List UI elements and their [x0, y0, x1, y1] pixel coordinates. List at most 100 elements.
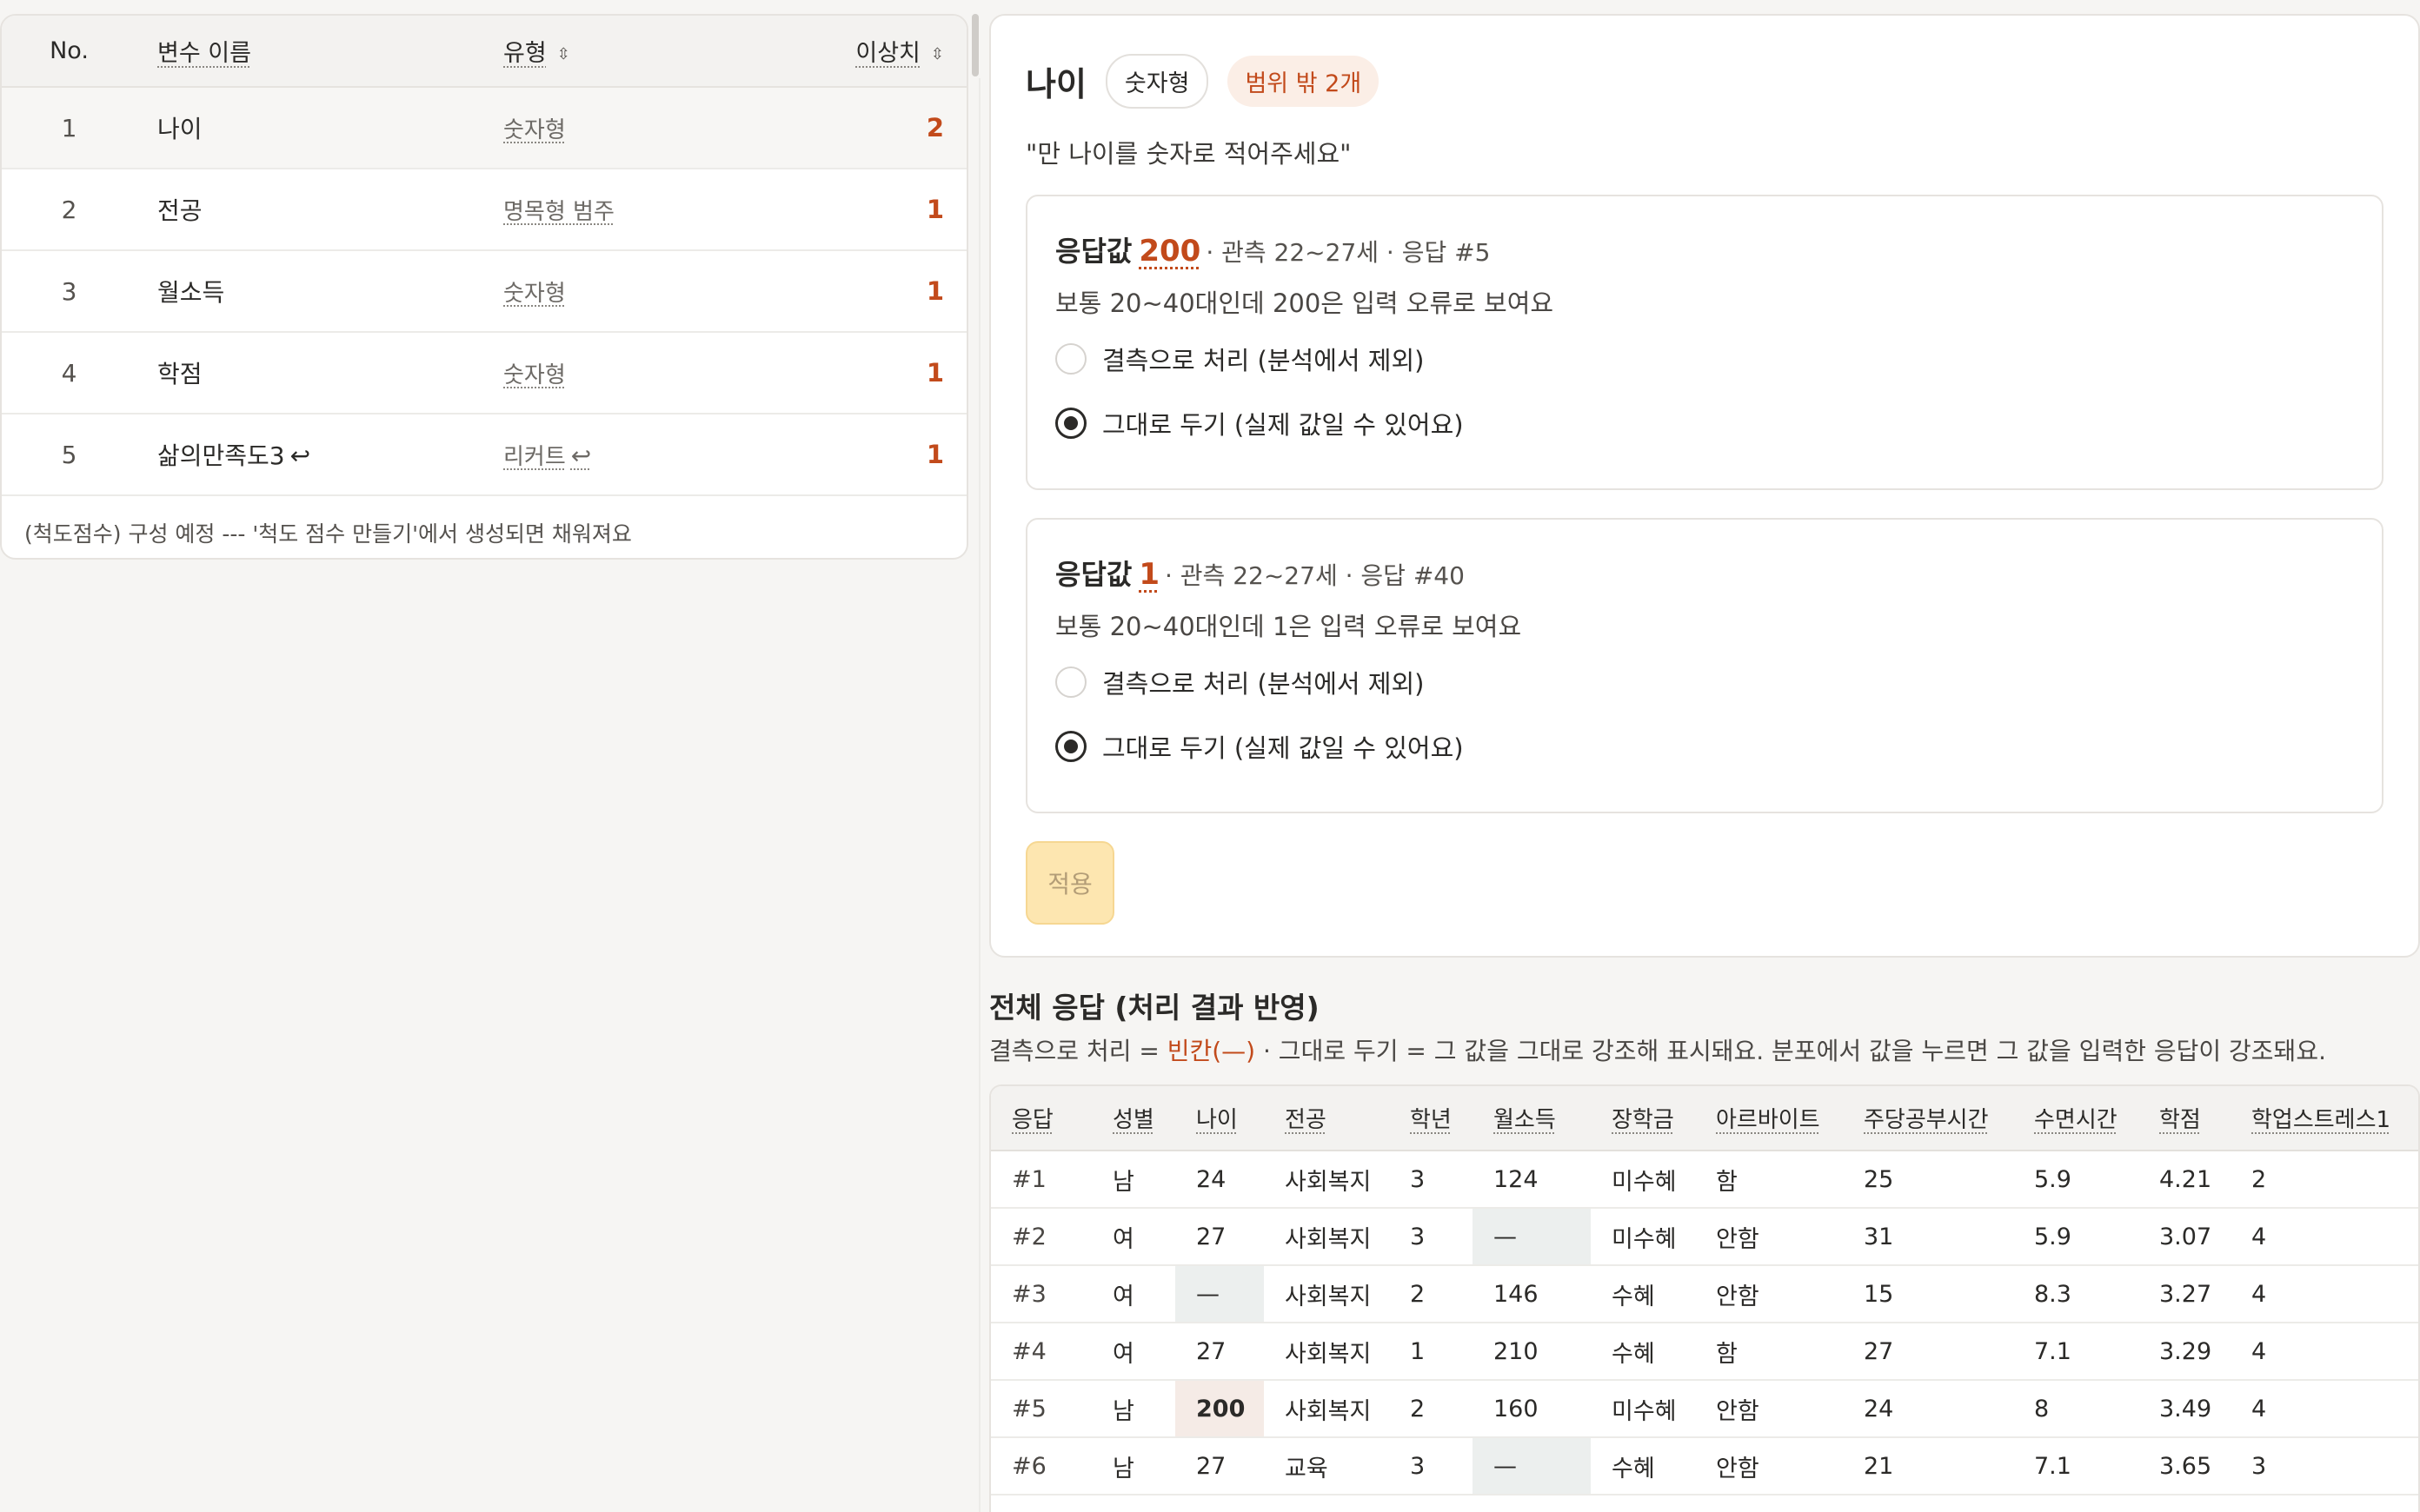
variable-type-link[interactable]: 리커트 ↩ — [503, 441, 592, 470]
cell-gender: 여 — [1113, 1340, 1134, 1368]
column-header[interactable]: 장학금 — [1591, 1086, 1695, 1151]
cell-stress1: 4 — [2251, 1395, 2267, 1422]
cell-grade: 2 — [1410, 1280, 1426, 1308]
variable-type[interactable]: 숫자형 — [503, 117, 566, 143]
variable-type[interactable]: 명목형 범주 — [503, 199, 615, 225]
variable-name-cell: 삶의만족도3 ↩ — [136, 414, 484, 495]
variable-row[interactable]: 1 나이 숫자형 2 — [2, 87, 967, 169]
response-id: #2 — [1012, 1223, 1047, 1250]
cell-parttime: 함 — [1716, 1340, 1738, 1368]
sort-icon[interactable]: ⇳ — [557, 45, 570, 63]
radio-unselected-icon[interactable] — [1055, 666, 1087, 698]
desc-prefix: 결측으로 처리 = — [989, 1037, 1167, 1065]
cell-parttime: 안함 — [1716, 1455, 1759, 1482]
option-keep-as-is[interactable]: 그대로 두기 (실제 값일 수 있어요) — [1055, 405, 1464, 441]
variable-type-cell: 숫자형 — [484, 87, 797, 169]
variable-type[interactable]: 숫자형 — [503, 362, 566, 388]
cell-major: 사회복지 — [1285, 1283, 1372, 1310]
cell-gpa: 3.27 — [2159, 1280, 2212, 1308]
column-header[interactable]: 전공 — [1264, 1086, 1389, 1151]
cell-stress1: 3 — [2251, 1452, 2267, 1480]
variable-name: 학점 — [157, 360, 203, 388]
desc-suffix: · 그대로 두기 = 그 값을 그대로 강조해 표시돼요. 분포에서 값을 누르… — [1255, 1037, 2326, 1065]
cell-age-missing: — — [1175, 1265, 1264, 1323]
responses-title: 전체 응답 (처리 결과 반영) — [989, 991, 1320, 1025]
column-header[interactable]: 응답 — [991, 1086, 1092, 1151]
option-treat-missing[interactable]: 결측으로 처리 (분석에서 제외) — [1055, 664, 1424, 700]
cell-grade: 3 — [1410, 1223, 1426, 1250]
variable-row[interactable]: 2 전공 명목형 범주 1 — [2, 169, 967, 250]
column-header[interactable]: 학년 — [1389, 1086, 1473, 1151]
radio-selected-icon[interactable] — [1055, 408, 1087, 439]
variable-row[interactable]: 5 삶의만족도3 ↩ 리커트 ↩ 1 — [2, 414, 967, 495]
variable-no: 1 — [61, 113, 77, 143]
outlier-value[interactable]: 1 — [1139, 557, 1160, 592]
column-header[interactable]: 학점 — [2138, 1086, 2231, 1151]
cell-parttime: 안함 — [1716, 1283, 1759, 1310]
variable-type[interactable]: 숫자형 — [503, 281, 566, 307]
cell-income: 124 — [1493, 1165, 1539, 1193]
column-header[interactable]: 아르바이트 — [1695, 1086, 1843, 1151]
column-header[interactable]: 학업스트레스1 — [2231, 1086, 2418, 1151]
response-id: #3 — [1012, 1280, 1047, 1308]
cell-sleep-hours: 8 — [2034, 1395, 2050, 1422]
option-treat-missing[interactable]: 결측으로 처리 (분석에서 제외) — [1055, 341, 1424, 377]
cell-study-hours: 15 — [1864, 1280, 1894, 1308]
column-header-label: 학업스트레스1 — [2251, 1107, 2391, 1133]
outlier-value[interactable]: 200 — [1139, 234, 1200, 269]
outlier-meta: · 관측 22~27세 · 응답 #5 — [1206, 238, 1491, 267]
cell-stress1: 4 — [2251, 1223, 2267, 1250]
cell-income: 210 — [1493, 1337, 1539, 1365]
variable-row[interactable]: 4 학점 숫자형 1 — [2, 332, 967, 414]
variable-outlier-count: 2 — [926, 113, 944, 143]
column-header[interactable]: 주당공부시간 — [1843, 1086, 2013, 1151]
column-header[interactable]: 수면시간 — [2013, 1086, 2138, 1151]
reverse-icon: ↩ — [289, 441, 311, 470]
cell-major: 사회복지 — [1285, 1225, 1372, 1253]
sort-icon[interactable]: ⇳ — [931, 45, 944, 63]
outlier-item: 응답값 200 · 관측 22~27세 · 응답 #5 보통 20~40대인데 20… — [1026, 195, 2383, 490]
column-header[interactable]: 나이 — [1175, 1086, 1264, 1151]
header-type-label: 유형 — [503, 40, 547, 67]
radio-unselected-icon[interactable] — [1055, 343, 1087, 375]
header-name[interactable]: 변수 이름 — [136, 16, 484, 88]
response-row: #2 여 27 사회복지 3 — 미수혜 안함 31 5.9 3.07 4 — [991, 1208, 2418, 1265]
column-header[interactable]: 월소득 — [1473, 1086, 1591, 1151]
cell-parttime: 안함 — [1716, 1397, 1759, 1425]
cell-study-hours: 24 — [1864, 1395, 1894, 1422]
cell-sleep-hours: 7.1 — [2034, 1337, 2071, 1365]
desc-blank-marker: 빈칸(—) — [1167, 1037, 1256, 1065]
cell-gender: 여 — [1113, 1225, 1134, 1253]
panel-divider — [979, 78, 981, 1512]
radio-selected-icon[interactable] — [1055, 731, 1087, 762]
responses-description: 결측으로 처리 = 빈칸(—) · 그대로 두기 = 그 값을 그대로 강조해 … — [989, 1032, 2326, 1067]
cell-scholarship: 미수혜 — [1612, 1168, 1677, 1196]
cell-study-hours: 27 — [1864, 1337, 1894, 1365]
reverse-icon: ↩ — [570, 441, 592, 470]
header-no: No. — [2, 16, 136, 88]
header-outliers[interactable]: 이상치 ⇳ — [797, 16, 967, 88]
variable-outlier-count: 1 — [926, 195, 944, 224]
column-header[interactable]: 성별 — [1092, 1086, 1175, 1151]
panel-resize-handle[interactable] — [972, 14, 979, 76]
cell-gpa: 3.29 — [2159, 1337, 2212, 1365]
variable-table: No. 변수 이름 유형 ⇳ 이상치 ⇳ 1 나이 숫자형 2 2 전공 명목형 범… — [2, 16, 967, 496]
detail-title-row: 나이 숫자형 범위 밖 2개 — [1026, 54, 1380, 109]
cell-age: 24 — [1196, 1165, 1227, 1193]
column-header-label: 아르바이트 — [1716, 1107, 1820, 1133]
cell-scholarship: 수혜 — [1612, 1455, 1655, 1482]
option-keep-as-is[interactable]: 그대로 두기 (실제 값일 수 있어요) — [1055, 728, 1464, 765]
variable-table-header: No. 변수 이름 유형 ⇳ 이상치 ⇳ — [2, 16, 967, 88]
variable-name: 나이 — [157, 115, 203, 143]
header-type[interactable]: 유형 ⇳ — [484, 16, 797, 88]
apply-button[interactable]: 적용 — [1026, 841, 1114, 925]
cell-sleep-hours: 7.1 — [2034, 1452, 2071, 1480]
cell-study-hours: 31 — [1864, 1223, 1894, 1250]
variable-row[interactable]: 3 월소득 숫자형 1 — [2, 250, 967, 332]
column-header-label: 장학금 — [1612, 1107, 1674, 1133]
outlier-label: 응답값 — [1055, 235, 1133, 268]
outlier-header: 응답값 200 · 관측 22~27세 · 응답 #5 — [1055, 229, 1490, 269]
cell-grade: 2 — [1410, 1395, 1426, 1422]
outlier-header: 응답값 1 · 관측 22~27세 · 응답 #40 — [1055, 553, 1465, 593]
cell-study-hours: 21 — [1864, 1452, 1894, 1480]
